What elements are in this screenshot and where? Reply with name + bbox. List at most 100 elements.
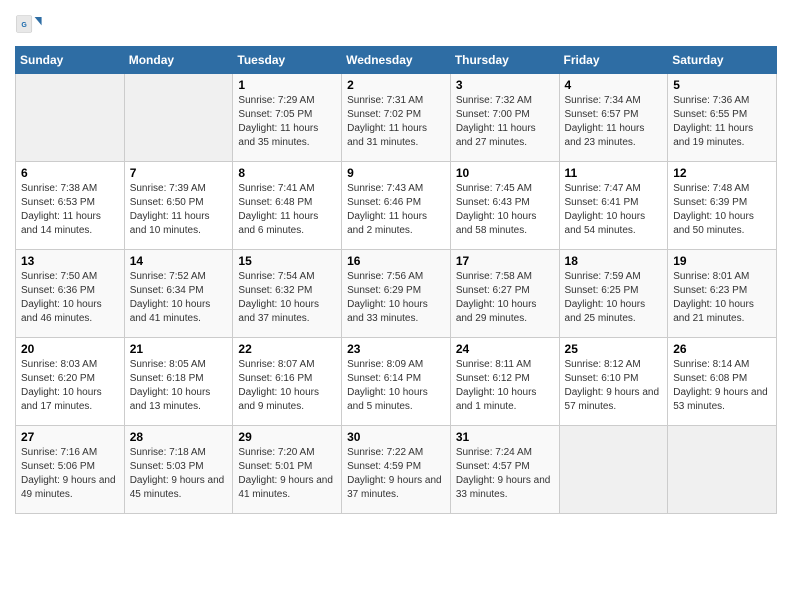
day-number: 21 bbox=[130, 342, 228, 356]
calendar-cell: 24Sunrise: 8:11 AM Sunset: 6:12 PM Dayli… bbox=[450, 338, 559, 426]
day-number: 12 bbox=[673, 166, 771, 180]
calendar-cell bbox=[124, 74, 233, 162]
day-number: 30 bbox=[347, 430, 445, 444]
day-info: Sunrise: 7:56 AM Sunset: 6:29 PM Dayligh… bbox=[347, 270, 445, 326]
calendar-cell: 29 Sunrise: 7:20 AM Sunset: 5:01 PM Dayli… bbox=[233, 426, 342, 514]
day-info: Sunrise: 8:11 AM Sunset: 6:12 PM Dayligh… bbox=[456, 358, 554, 414]
svg-text:G: G bbox=[21, 22, 27, 29]
calendar-cell: 26 Sunrise: 8:14 AM Sunset: 6:08 PM Dayli… bbox=[668, 338, 777, 426]
day-number: 5 bbox=[673, 78, 771, 92]
calendar-cell: 8 Sunrise: 7:41 AM Sunset: 6:48 PM Daylig… bbox=[233, 162, 342, 250]
calendar-table: SundayMondayTuesdayWednesdayThursdayFrid… bbox=[15, 46, 777, 514]
day-info: Sunrise: 7:24 AM Sunset: 4:57 PM Dayligh… bbox=[456, 446, 554, 502]
day-info: Sunrise: 8:14 AM Sunset: 6:08 PM Dayligh… bbox=[673, 358, 771, 414]
day-number: 8 bbox=[238, 166, 336, 180]
day-info: Sunrise: 7:31 AM Sunset: 7:02 PM Dayligh… bbox=[347, 94, 445, 150]
day-number: 9 bbox=[347, 166, 445, 180]
weekday-header-sunday: Sunday bbox=[16, 47, 125, 74]
day-info: Sunrise: 7:39 AM Sunset: 6:50 PM Dayligh… bbox=[130, 182, 228, 238]
day-number: 11 bbox=[565, 166, 663, 180]
day-info: Sunrise: 7:47 AM Sunset: 6:41 PM Dayligh… bbox=[565, 182, 663, 238]
calendar-cell: 31 Sunrise: 7:24 AM Sunset: 4:57 PM Dayli… bbox=[450, 426, 559, 514]
day-info: Sunrise: 8:12 AM Sunset: 6:10 PM Dayligh… bbox=[565, 358, 663, 414]
day-number: 4 bbox=[565, 78, 663, 92]
weekday-header-thursday: Thursday bbox=[450, 47, 559, 74]
day-number: 22 bbox=[238, 342, 336, 356]
day-number: 1 bbox=[238, 78, 336, 92]
logo-icon: G bbox=[15, 10, 43, 38]
day-info: Sunrise: 7:45 AM Sunset: 6:43 PM Dayligh… bbox=[456, 182, 554, 238]
day-info: Sunrise: 7:43 AM Sunset: 6:46 PM Dayligh… bbox=[347, 182, 445, 238]
weekday-header-saturday: Saturday bbox=[668, 47, 777, 74]
day-number: 3 bbox=[456, 78, 554, 92]
calendar-cell: 6Sunrise: 7:38 AM Sunset: 6:53 PM Daylig… bbox=[16, 162, 125, 250]
calendar-cell: 7Sunrise: 7:39 AM Sunset: 6:50 PM Daylig… bbox=[124, 162, 233, 250]
day-number: 25 bbox=[565, 342, 663, 356]
calendar-cell: 1 Sunrise: 7:29 AM Sunset: 7:05 PM Daylig… bbox=[233, 74, 342, 162]
calendar-cell: 19 Sunrise: 8:01 AM Sunset: 6:23 PM Dayli… bbox=[668, 250, 777, 338]
calendar-cell bbox=[559, 426, 668, 514]
calendar-cell: 27 Sunrise: 7:16 AM Sunset: 5:06 PM Dayli… bbox=[16, 426, 125, 514]
calendar-cell: 13 Sunrise: 7:50 AM Sunset: 6:36 PM Dayli… bbox=[16, 250, 125, 338]
day-info: Sunrise: 7:41 AM Sunset: 6:48 PM Dayligh… bbox=[238, 182, 336, 238]
calendar-cell: 22 Sunrise: 8:07 AM Sunset: 6:16 PM Dayli… bbox=[233, 338, 342, 426]
day-info: Sunrise: 7:29 AM Sunset: 7:05 PM Dayligh… bbox=[238, 94, 336, 150]
calendar-cell: 21 Sunrise: 8:05 AM Sunset: 6:18 PM Dayli… bbox=[124, 338, 233, 426]
day-info: Sunrise: 8:01 AM Sunset: 6:23 PM Dayligh… bbox=[673, 270, 771, 326]
day-number: 29 bbox=[238, 430, 336, 444]
day-number: 14 bbox=[130, 254, 228, 268]
day-info: Sunrise: 8:05 AM Sunset: 6:18 PM Dayligh… bbox=[130, 358, 228, 414]
calendar-cell: 3 Sunrise: 7:32 AM Sunset: 7:00 PM Daylig… bbox=[450, 74, 559, 162]
day-number: 19 bbox=[673, 254, 771, 268]
day-info: Sunrise: 7:54 AM Sunset: 6:32 PM Dayligh… bbox=[238, 270, 336, 326]
day-number: 15 bbox=[238, 254, 336, 268]
day-info: Sunrise: 8:07 AM Sunset: 6:16 PM Dayligh… bbox=[238, 358, 336, 414]
calendar-cell: 18Sunrise: 7:59 AM Sunset: 6:25 PM Dayli… bbox=[559, 250, 668, 338]
day-number: 6 bbox=[21, 166, 119, 180]
day-info: Sunrise: 7:20 AM Sunset: 5:01 PM Dayligh… bbox=[238, 446, 336, 502]
day-info: Sunrise: 7:34 AM Sunset: 6:57 PM Dayligh… bbox=[565, 94, 663, 150]
calendar-cell: 25 Sunrise: 8:12 AM Sunset: 6:10 PM Dayli… bbox=[559, 338, 668, 426]
calendar-cell: 9 Sunrise: 7:43 AM Sunset: 6:46 PM Daylig… bbox=[342, 162, 451, 250]
weekday-header-wednesday: Wednesday bbox=[342, 47, 451, 74]
weekday-header-friday: Friday bbox=[559, 47, 668, 74]
calendar-week-row: 27 Sunrise: 7:16 AM Sunset: 5:06 PM Dayli… bbox=[16, 426, 777, 514]
day-number: 26 bbox=[673, 342, 771, 356]
day-info: Sunrise: 7:16 AM Sunset: 5:06 PM Dayligh… bbox=[21, 446, 119, 502]
weekday-header-row: SundayMondayTuesdayWednesdayThursdayFrid… bbox=[16, 47, 777, 74]
day-number: 31 bbox=[456, 430, 554, 444]
day-info: Sunrise: 8:03 AM Sunset: 6:20 PM Dayligh… bbox=[21, 358, 119, 414]
day-number: 17 bbox=[456, 254, 554, 268]
day-info: Sunrise: 7:22 AM Sunset: 4:59 PM Dayligh… bbox=[347, 446, 445, 502]
day-number: 20 bbox=[21, 342, 119, 356]
day-number: 28 bbox=[130, 430, 228, 444]
day-number: 16 bbox=[347, 254, 445, 268]
calendar-week-row: 6Sunrise: 7:38 AM Sunset: 6:53 PM Daylig… bbox=[16, 162, 777, 250]
calendar-cell bbox=[16, 74, 125, 162]
calendar-cell: 4 Sunrise: 7:34 AM Sunset: 6:57 PM Daylig… bbox=[559, 74, 668, 162]
calendar-cell: 11 Sunrise: 7:47 AM Sunset: 6:41 PM Dayli… bbox=[559, 162, 668, 250]
calendar-cell: 15 Sunrise: 7:54 AM Sunset: 6:32 PM Dayli… bbox=[233, 250, 342, 338]
weekday-header-monday: Monday bbox=[124, 47, 233, 74]
day-number: 27 bbox=[21, 430, 119, 444]
calendar-week-row: 20 Sunrise: 8:03 AM Sunset: 6:20 PM Dayli… bbox=[16, 338, 777, 426]
day-info: Sunrise: 7:50 AM Sunset: 6:36 PM Dayligh… bbox=[21, 270, 119, 326]
calendar-page: G SundayMondayTuesdayWednesdayThursdayFr… bbox=[0, 0, 792, 612]
calendar-cell: 14Sunrise: 7:52 AM Sunset: 6:34 PM Dayli… bbox=[124, 250, 233, 338]
calendar-cell: 30 Sunrise: 7:22 AM Sunset: 4:59 PM Dayli… bbox=[342, 426, 451, 514]
day-number: 13 bbox=[21, 254, 119, 268]
calendar-cell: 16 Sunrise: 7:56 AM Sunset: 6:29 PM Dayli… bbox=[342, 250, 451, 338]
weekday-header-tuesday: Tuesday bbox=[233, 47, 342, 74]
day-number: 18 bbox=[565, 254, 663, 268]
calendar-week-row: 1 Sunrise: 7:29 AM Sunset: 7:05 PM Daylig… bbox=[16, 74, 777, 162]
calendar-cell: 12Sunrise: 7:48 AM Sunset: 6:39 PM Dayli… bbox=[668, 162, 777, 250]
day-number: 23 bbox=[347, 342, 445, 356]
day-number: 2 bbox=[347, 78, 445, 92]
calendar-cell: 2 Sunrise: 7:31 AM Sunset: 7:02 PM Daylig… bbox=[342, 74, 451, 162]
calendar-cell: 10Sunrise: 7:45 AM Sunset: 6:43 PM Dayli… bbox=[450, 162, 559, 250]
header: G bbox=[15, 10, 777, 38]
day-info: Sunrise: 7:32 AM Sunset: 7:00 PM Dayligh… bbox=[456, 94, 554, 150]
calendar-cell: 5Sunrise: 7:36 AM Sunset: 6:55 PM Daylig… bbox=[668, 74, 777, 162]
day-info: Sunrise: 7:58 AM Sunset: 6:27 PM Dayligh… bbox=[456, 270, 554, 326]
logo: G bbox=[15, 10, 47, 38]
